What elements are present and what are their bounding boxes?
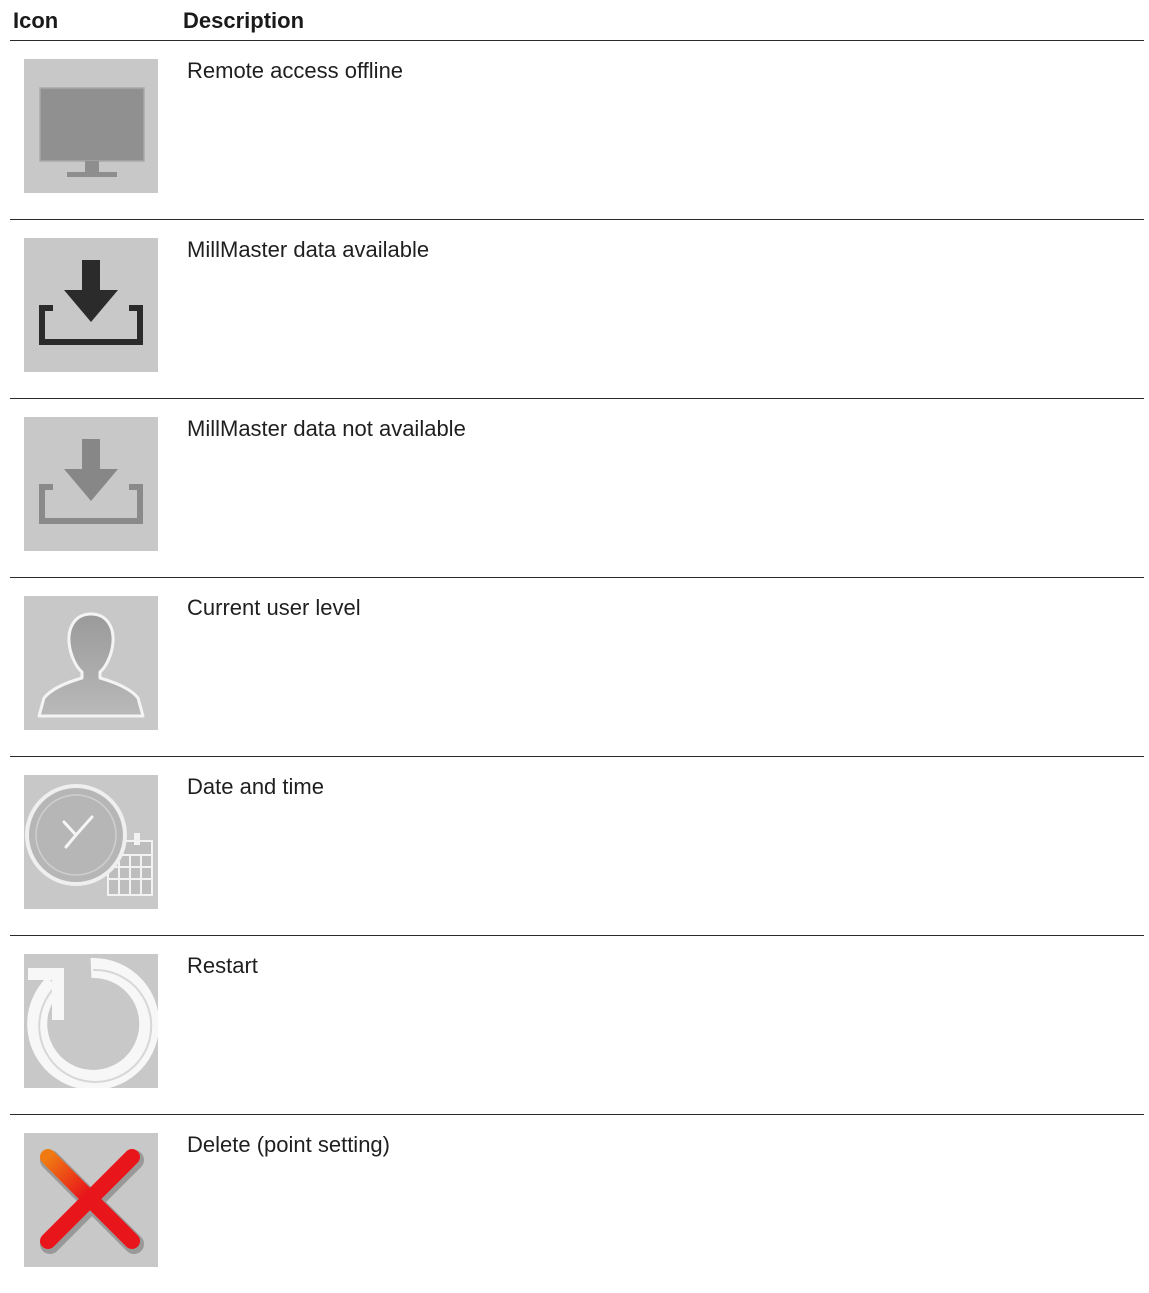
user-silhouette-icon xyxy=(24,596,158,730)
row-description: Current user level xyxy=(187,595,361,620)
restart-arrow-icon xyxy=(24,954,158,1088)
table-row: MillMaster data available xyxy=(10,220,1144,399)
row-description: Delete (point setting) xyxy=(187,1132,390,1157)
table-row: Delete (point setting) xyxy=(10,1115,1144,1293)
table-row: Restart xyxy=(10,936,1144,1115)
row-description: Restart xyxy=(187,953,258,978)
download-tray-dark-icon xyxy=(24,238,158,372)
icon-table: Icon Description Remote access offline M… xyxy=(10,0,1144,1293)
table-row: Date and time xyxy=(10,757,1144,936)
table-row: Current user level xyxy=(10,578,1144,757)
row-description: Date and time xyxy=(187,774,324,799)
header-description-column: Description xyxy=(183,8,305,33)
red-x-delete-icon xyxy=(24,1133,158,1267)
table-row: MillMaster data not available xyxy=(10,399,1144,578)
table-row: Remote access offline xyxy=(10,41,1144,220)
header-icon-column: Icon xyxy=(13,8,59,33)
row-description: MillMaster data not available xyxy=(187,416,466,441)
download-tray-gray-icon xyxy=(24,417,158,551)
row-description: Remote access offline xyxy=(187,58,404,83)
row-description: MillMaster data available xyxy=(187,237,430,262)
clock-calendar-icon xyxy=(24,775,158,909)
monitor-icon xyxy=(24,59,158,193)
table-header: Icon Description xyxy=(10,0,1144,41)
